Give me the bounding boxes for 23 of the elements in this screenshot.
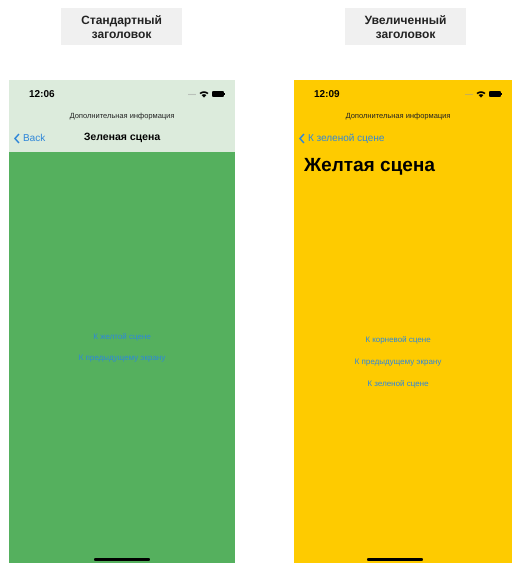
back-button[interactable]: Back (14, 130, 46, 146)
navigation-link[interactable]: К зеленой сцене (367, 376, 429, 390)
chevron-left-icon (14, 132, 20, 144)
signal-icon (465, 92, 473, 96)
navigation-link[interactable]: К корневой сцене (365, 332, 431, 346)
caption-label: Увеличенный заголовок (345, 8, 466, 45)
navigation-title: Зеленая сцена (84, 130, 160, 146)
battery-icon (489, 91, 502, 97)
home-indicator (367, 558, 423, 561)
battery-icon (212, 91, 225, 97)
chevron-left-icon (299, 132, 305, 144)
wifi-icon (476, 90, 486, 98)
navigation-link[interactable]: К желтой сцене (93, 330, 151, 344)
signal-icon (188, 92, 196, 96)
navigation-link[interactable]: К предыдущему экрану (354, 354, 442, 368)
status-time: 12:09 (314, 88, 340, 102)
large-title: Желтая сцена (303, 154, 436, 178)
caption-label: Стандартный заголовок (61, 8, 182, 45)
back-button[interactable]: К зеленой сцене (299, 130, 384, 146)
navigation-link[interactable]: К предыдущему экрану (78, 351, 166, 365)
wifi-icon (199, 90, 209, 98)
home-indicator (94, 558, 150, 561)
status-time: 12:06 (29, 88, 55, 102)
